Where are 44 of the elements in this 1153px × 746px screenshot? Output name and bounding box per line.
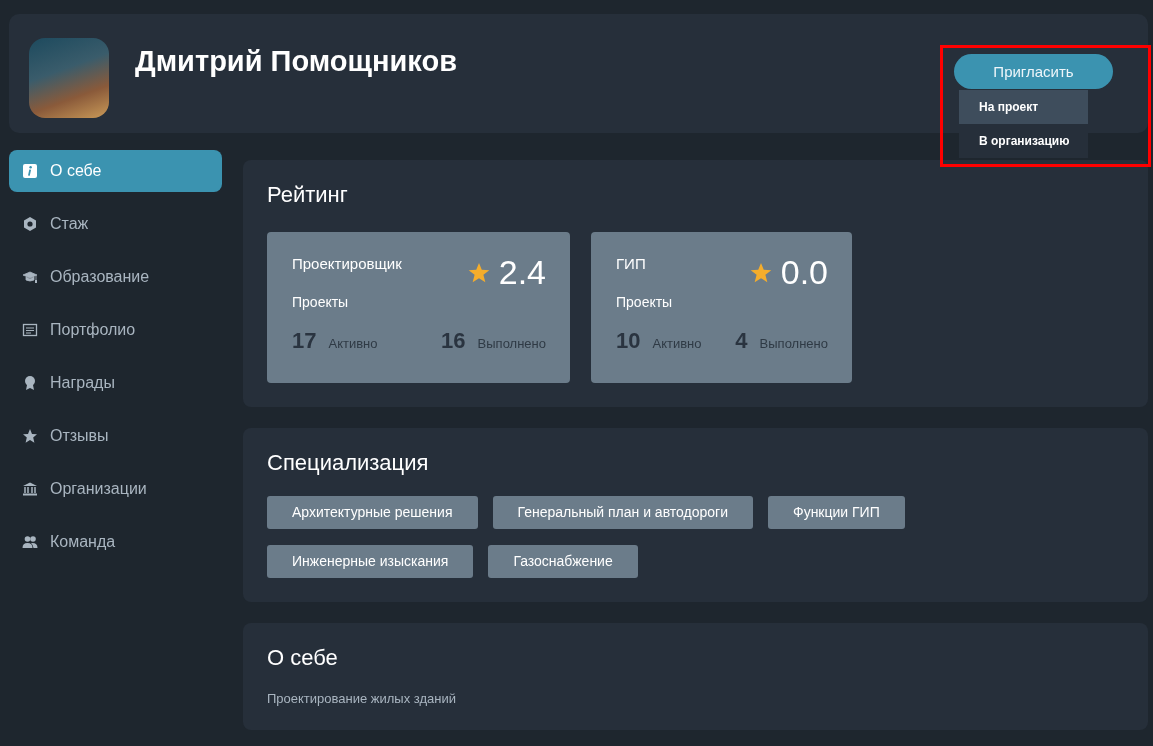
menu-item[interactable]: В организацию	[959, 124, 1088, 158]
profile-name: Дмитрий Помощников	[135, 45, 459, 78]
sidebar-item[interactable]: О себе	[9, 150, 222, 192]
active-count: 17	[292, 328, 317, 354]
role-name: ГИП	[616, 255, 646, 272]
menu-item[interactable]: На проект	[959, 90, 1088, 124]
medal-icon	[22, 375, 38, 391]
specialization-tag: Функции ГИП	[768, 496, 905, 529]
active-count: 10	[616, 328, 641, 354]
document-icon	[22, 322, 38, 338]
specialization-tag: Архитектурные решения	[267, 496, 478, 529]
specialization-tag: Генеральный план и автодороги	[492, 496, 753, 529]
star-icon	[467, 261, 490, 283]
hexagon-icon	[22, 216, 38, 232]
specialization-tag: Инженерные изыскания	[267, 545, 474, 578]
rating-value: 0.0	[780, 252, 828, 292]
sidebar-item[interactable]: Образование	[9, 256, 222, 298]
stat-label: Активно	[652, 336, 702, 351]
star-icon	[22, 428, 38, 444]
projects-label: Проекты	[616, 294, 674, 310]
people-icon	[22, 534, 38, 550]
section-title: Рейтинг	[267, 182, 349, 208]
bank-icon	[22, 481, 38, 497]
section-title: О себе	[267, 645, 339, 671]
projects-label: Проекты	[292, 294, 350, 310]
role-name: Проектировщик	[292, 255, 402, 272]
info-icon	[22, 163, 38, 179]
sidebar-item[interactable]: Награды	[9, 362, 222, 404]
graduation-cap-icon	[22, 269, 38, 285]
sidebar-item[interactable]: Стаж	[9, 203, 222, 245]
stat-label: Выполнено	[759, 336, 828, 351]
completed-count: 16	[441, 328, 466, 354]
stat-label: Выполнено	[477, 336, 546, 351]
sidebar-item[interactable]: Команда	[9, 521, 222, 563]
sidebar-item[interactable]: Отзывы	[9, 415, 222, 457]
sidebar-item[interactable]: Портфолио	[9, 309, 222, 351]
completed-count: 4	[735, 328, 748, 354]
star-icon	[749, 261, 772, 283]
section-title: Специализация	[267, 450, 430, 476]
about-text: Проектирование жилых зданий	[267, 691, 457, 706]
specialization-tag: Газоснабжение	[488, 545, 638, 578]
stat-label: Активно	[328, 336, 378, 351]
rating-value: 2.4	[498, 252, 546, 292]
sidebar-item[interactable]: Организации	[9, 468, 222, 510]
